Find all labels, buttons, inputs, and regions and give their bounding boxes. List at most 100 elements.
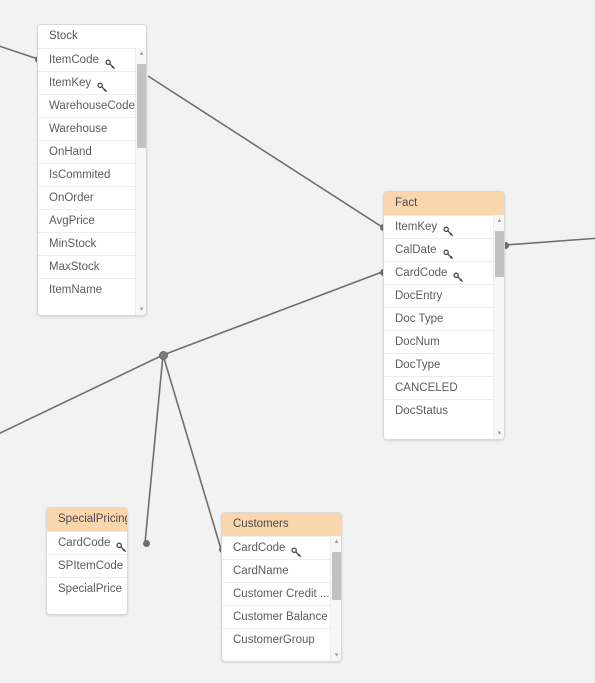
table-card-fact[interactable]: Fact ItemKey CalDate CardCode DocEntry Doc Ty… [383, 191, 505, 440]
field-label: MaxStock [49, 260, 100, 273]
field-label: IsCommited [49, 168, 111, 181]
field-label: ItemCode [49, 53, 99, 66]
scroll-up-arrow-icon[interactable]: ▴ [331, 536, 341, 547]
field-list-empty-space [384, 422, 493, 439]
field-row[interactable]: DocNum [384, 330, 493, 353]
link-endpoint-dot[interactable] [142, 539, 150, 547]
table-card-specialpricing[interactable]: SpecialPricing CardCode SPItemCode SpecialP… [46, 507, 128, 615]
table-card-customers[interactable]: Customers CardCode CardName Customer Credit… [221, 512, 342, 662]
field-list-empty-space [222, 651, 330, 661]
field-row[interactable]: CalDate [384, 238, 493, 261]
relationship-link[interactable] [147, 75, 383, 228]
field-row[interactable]: CardName [222, 559, 330, 582]
field-list-stock[interactable]: ItemCode ItemKey WarehouseCode Warehouse OnH… [38, 48, 146, 315]
key-icon [443, 223, 454, 236]
field-list-empty-space [47, 600, 127, 614]
field-list-fact[interactable]: ItemKey CalDate CardCode DocEntry Doc Type Do… [384, 215, 504, 439]
field-list-customers[interactable]: CardCode CardName Customer Credit ... Custo… [222, 536, 341, 661]
field-list-viewport: CardCode CardName Customer Credit ... Custo… [222, 536, 330, 661]
field-row[interactable]: CardCode [384, 261, 493, 284]
field-list-specialpricing[interactable]: CardCode SPItemCode SpecialPrice [47, 531, 127, 614]
field-label: SpecialPrice [58, 582, 122, 595]
field-label: ItemKey [395, 220, 438, 233]
table-card-stock[interactable]: Stock ItemCode ItemKey WarehouseCode Warehou… [37, 24, 147, 316]
field-list-viewport: CardCode SPItemCode SpecialPrice [47, 531, 127, 614]
field-label: DocNum [395, 335, 440, 348]
field-row[interactable]: ItemName [38, 278, 135, 301]
field-label: Customer Balance [233, 610, 328, 623]
scroll-up-arrow-icon[interactable]: ▴ [494, 215, 504, 226]
relationship-link[interactable] [162, 354, 222, 550]
field-label: DocEntry [395, 289, 443, 302]
data-model-canvas[interactable]: Stock ItemCode ItemKey WarehouseCode Warehou… [0, 0, 595, 683]
field-row[interactable]: MinStock [38, 232, 135, 255]
key-icon [291, 544, 302, 557]
field-label: CANCELED [395, 381, 458, 394]
scroll-down-arrow-icon[interactable]: ▾ [494, 428, 504, 439]
field-row[interactable]: ItemKey [38, 71, 135, 94]
field-row[interactable]: ItemCode [38, 48, 135, 71]
scrollbar-thumb[interactable] [495, 231, 504, 277]
relationship-link[interactable] [0, 43, 39, 60]
table-title-specialpricing[interactable]: SpecialPricing [47, 508, 127, 531]
field-label: ItemKey [49, 76, 92, 89]
field-row[interactable]: DocStatus [384, 399, 493, 422]
relationship-link[interactable] [0, 354, 164, 437]
key-icon [453, 269, 464, 282]
key-icon [442, 246, 454, 259]
field-row[interactable]: Customer Credit ... [222, 582, 330, 605]
field-row[interactable]: Customer Balance [222, 605, 330, 628]
field-label: CalDate [395, 243, 437, 256]
field-row[interactable]: OnHand [38, 140, 135, 163]
field-label: DocStatus [395, 404, 449, 417]
field-row[interactable]: CardCode [47, 531, 127, 554]
field-list-viewport: ItemCode ItemKey WarehouseCode Warehouse OnH… [38, 48, 135, 315]
relationship-link[interactable] [504, 237, 595, 246]
scrollbar-thumb[interactable] [332, 552, 341, 600]
vertical-scrollbar-fact[interactable]: ▴ ▾ [493, 215, 504, 439]
table-title-customers[interactable]: Customers [222, 513, 341, 536]
key-icon [97, 79, 108, 92]
scroll-down-arrow-icon[interactable]: ▾ [331, 650, 341, 661]
field-row[interactable]: DocEntry [384, 284, 493, 307]
field-label: CustomerGroup [233, 633, 315, 646]
table-title-fact[interactable]: Fact [384, 192, 504, 215]
field-row[interactable]: CardCode [222, 536, 330, 559]
field-row[interactable]: SpecialPrice [47, 577, 127, 600]
field-list-viewport: ItemKey CalDate CardCode DocEntry Doc Type Do… [384, 215, 493, 439]
field-row[interactable]: SPItemCode [47, 554, 127, 577]
field-row[interactable]: CANCELED [384, 376, 493, 399]
field-label: CardName [233, 564, 289, 577]
field-row[interactable]: DocType [384, 353, 493, 376]
relationship-link[interactable] [162, 271, 383, 356]
field-row[interactable]: WarehouseCode [38, 94, 135, 117]
field-row[interactable]: ItemKey [384, 215, 493, 238]
field-label: SPItemCode [58, 559, 124, 572]
field-row[interactable]: IsCommited [38, 163, 135, 186]
link-junction-node[interactable] [158, 350, 168, 360]
field-row[interactable]: MaxStock [38, 255, 135, 278]
field-label: Warehouse [49, 122, 108, 135]
scroll-up-arrow-icon[interactable]: ▴ [136, 48, 146, 59]
field-label: WarehouseCode [49, 99, 135, 112]
relationship-link[interactable] [144, 354, 164, 544]
field-label: CardCode [395, 266, 448, 279]
scrollbar-thumb[interactable] [137, 64, 146, 148]
field-row[interactable]: Warehouse [38, 117, 135, 140]
field-label: OnHand [49, 145, 92, 158]
field-label: OnOrder [49, 191, 94, 204]
field-label: MinStock [49, 237, 97, 250]
field-label: CardCode [58, 536, 111, 549]
table-title-stock[interactable]: Stock [38, 25, 146, 48]
field-label: CardCode [233, 541, 286, 554]
field-row[interactable]: OnOrder [38, 186, 135, 209]
field-label: Customer Credit ... [233, 587, 330, 600]
field-row[interactable]: Doc Type [384, 307, 493, 330]
field-row[interactable]: AvgPrice [38, 209, 135, 232]
vertical-scrollbar-stock[interactable]: ▴ ▾ [135, 48, 146, 315]
field-label: Doc Type [395, 312, 444, 325]
field-row[interactable]: CustomerGroup [222, 628, 330, 651]
field-label: DocType [395, 358, 441, 371]
scroll-down-arrow-icon[interactable]: ▾ [136, 304, 146, 315]
vertical-scrollbar-customers[interactable]: ▴ ▾ [330, 536, 341, 661]
